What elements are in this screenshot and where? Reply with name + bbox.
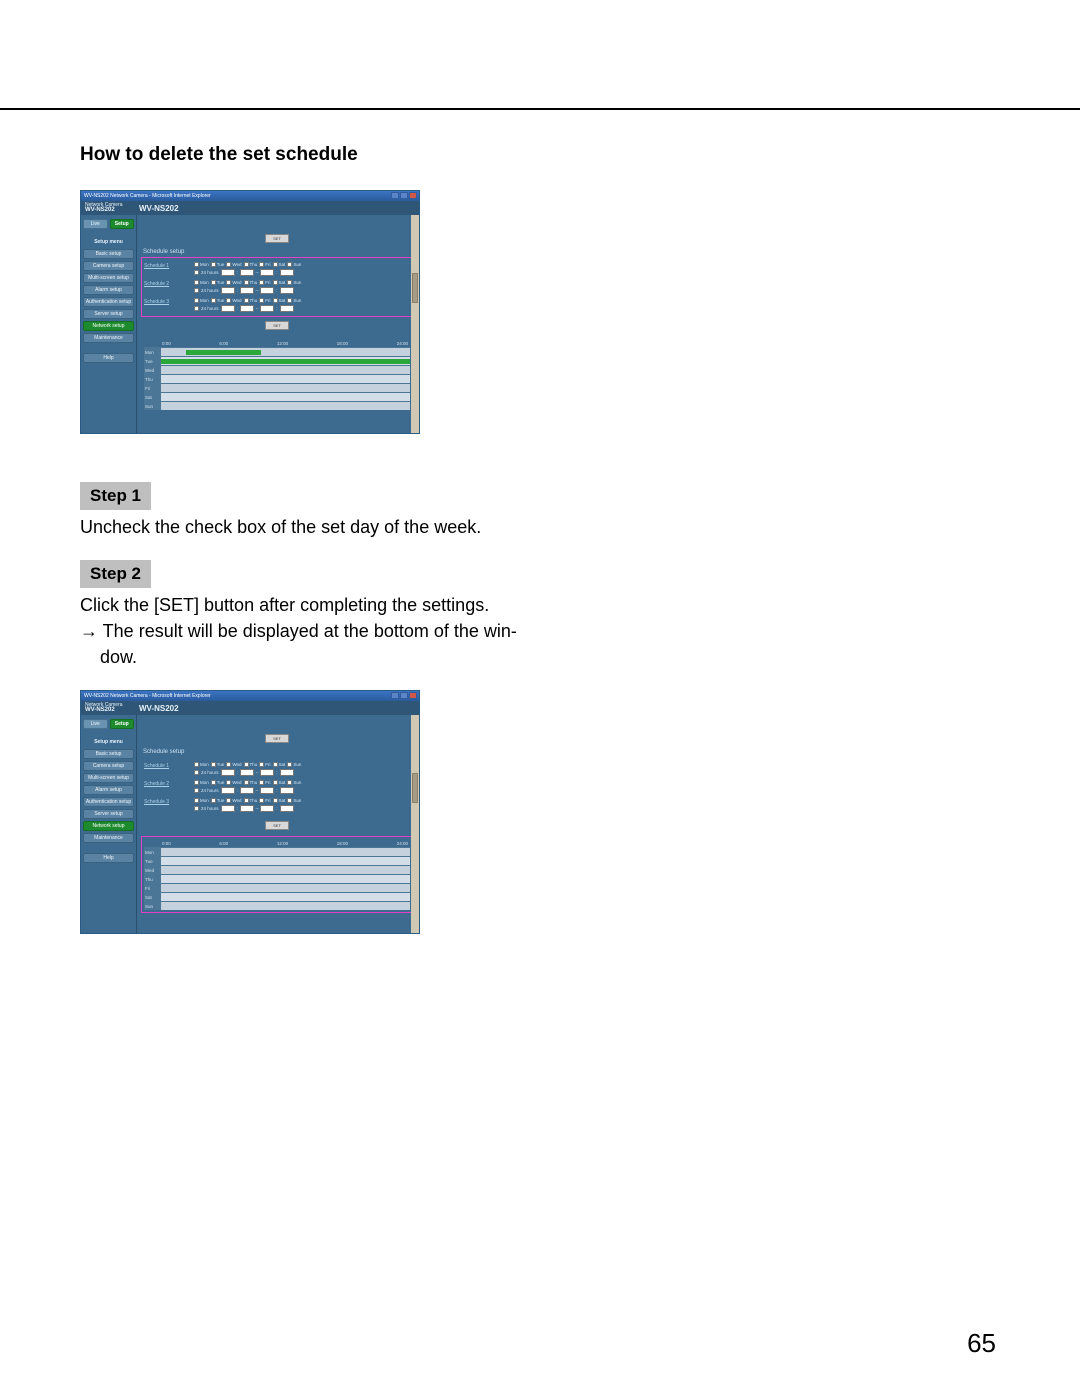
scrollbar[interactable]	[411, 215, 419, 433]
sidebar-item-help[interactable]: Help	[83, 353, 134, 363]
header-small-label: Network Camera WV-NS202	[85, 203, 139, 213]
app-body: Live Setup Setup menu Basic setup Camera…	[81, 215, 419, 433]
checkbox-24h[interactable]	[194, 270, 199, 275]
step-2-label: Step 2	[80, 560, 151, 588]
schedule-2-label[interactable]: Schedule 2	[144, 280, 190, 287]
schedule-setup-title: Schedule setup	[143, 249, 413, 255]
sidebar-item-camera[interactable]: Camera setup	[83, 261, 134, 271]
sidebar: Live Setup Setup menu Basic setup Camera…	[81, 215, 137, 433]
ie-titlebar: WV-NS202 Network Camera - Microsoft Inte…	[81, 691, 419, 701]
app-body: LiveSetup Setup menu Basic setup Camera …	[81, 715, 419, 933]
scrollbar[interactable]	[411, 715, 419, 933]
checkbox[interactable]	[211, 262, 216, 267]
step-1-text: Uncheck the check box of the set day of …	[80, 514, 540, 540]
schedule-box: Schedule 1MonTueWedThuFriSatSun24 hours:…	[141, 757, 413, 817]
page-number: 65	[967, 1328, 996, 1359]
scrollbar-thumb[interactable]	[412, 273, 418, 303]
sidebar-item-multiscreen[interactable]: Multi-screen setup	[83, 273, 134, 283]
sidebar-item-alarm[interactable]: Alarm setup	[83, 785, 134, 795]
tab-setup[interactable]: Setup	[110, 719, 135, 729]
sidebar-item-auth[interactable]: Authentication setup	[83, 797, 134, 807]
checkbox[interactable]	[226, 262, 231, 267]
step-2-line3: dow.	[80, 644, 540, 670]
sidebar-item-maintenance[interactable]: Maintenance	[83, 333, 134, 343]
set-button[interactable]: SET	[265, 821, 289, 830]
checkbox[interactable]	[194, 262, 199, 267]
timeline-chart-highlighted: 0:006:0012:0018:0024:00 Mon Tue Wed Thu …	[141, 836, 413, 913]
schedule-row-1: Schedule 1 Mon Tue Wed Thu Fri Sat Sun	[144, 260, 410, 278]
scrollbar-thumb[interactable]	[412, 773, 418, 803]
sidebar-item-basic[interactable]: Basic setup	[83, 249, 134, 259]
document-page: How to delete the set schedule WV-NS202 …	[0, 0, 1080, 1399]
schedule-3-label[interactable]: Schedule 3	[144, 298, 190, 305]
hour-select[interactable]	[260, 269, 274, 276]
ie-titlebar: WV-NS202 Network Camera - Microsoft Inte…	[81, 191, 419, 201]
section-title: How to delete the set schedule	[80, 144, 1000, 166]
minimize-icon[interactable]	[391, 692, 399, 699]
schedule-1-label[interactable]: Schedule 1	[144, 262, 190, 269]
close-icon[interactable]	[409, 692, 417, 699]
screenshot-1: WV-NS202 Network Camera - Microsoft Inte…	[80, 190, 420, 434]
step-1-label: Step 1	[80, 482, 151, 510]
step-2-line2: → The result will be displayed at the bo…	[80, 618, 540, 644]
app-header: Network CameraWV-NS202 WV-NS202	[81, 701, 419, 715]
setup-menu-label: Setup menu	[83, 239, 134, 245]
maximize-icon[interactable]	[400, 192, 408, 199]
page-top-rule	[0, 108, 1080, 110]
checkbox[interactable]	[273, 262, 278, 267]
schedule-1-time: 24 hours : – :	[194, 269, 410, 276]
schedule-row-3: Schedule 3 MonTueWedThuFriSatSun 24 hour…	[144, 296, 410, 314]
minimize-icon[interactable]	[391, 192, 399, 199]
ie-title-text: WV-NS202 Network Camera - Microsoft Inte…	[84, 193, 211, 199]
checkbox[interactable]	[259, 262, 264, 267]
sidebar-item-help[interactable]: Help	[83, 853, 134, 863]
schedule-box-highlighted: Schedule 1 Mon Tue Wed Thu Fri Sat Sun	[141, 257, 413, 317]
tab-setup[interactable]: Setup	[110, 219, 135, 229]
step-2-text: Click the [SET] button after completing …	[80, 592, 540, 670]
page-content: How to delete the set schedule WV-NS202 …	[80, 108, 1000, 934]
tab-live[interactable]: Live	[83, 219, 108, 229]
timeline-header: 0:006:0012:0018:0024:00	[144, 339, 410, 347]
main-panel: SET Schedule setup Schedule 1MonTueWedTh…	[137, 715, 419, 933]
sidebar-item-maintenance[interactable]: Maintenance	[83, 833, 134, 843]
window-buttons	[391, 192, 417, 199]
step-2-line1: Click the [SET] button after completing …	[80, 592, 540, 618]
min-select[interactable]	[240, 269, 254, 276]
app-header: Network Camera WV-NS202 WV-NS202	[81, 201, 419, 215]
sidebar-item-network[interactable]: Network setup	[83, 821, 134, 831]
sidebar-item-alarm[interactable]: Alarm setup	[83, 285, 134, 295]
close-icon[interactable]	[409, 192, 417, 199]
set-button-top[interactable]: SET	[265, 234, 289, 243]
checkbox[interactable]	[244, 262, 249, 267]
checkbox[interactable]	[287, 262, 292, 267]
set-button-top[interactable]: SET	[265, 734, 289, 743]
schedule-row-2: Schedule 2 MonTueWedThuFriSatSun 24 hour…	[144, 278, 410, 296]
top-form-area: SET	[141, 219, 413, 245]
sidebar-item-server[interactable]: Server setup	[83, 809, 134, 819]
sidebar-item-camera[interactable]: Camera setup	[83, 761, 134, 771]
sidebar-item-auth[interactable]: Authentication setup	[83, 297, 134, 307]
sidebar-item-network[interactable]: Network setup	[83, 321, 134, 331]
screenshot-2: WV-NS202 Network Camera - Microsoft Inte…	[80, 690, 420, 934]
maximize-icon[interactable]	[400, 692, 408, 699]
sidebar-item-multiscreen[interactable]: Multi-screen setup	[83, 773, 134, 783]
min-select[interactable]	[280, 269, 294, 276]
sidebar: LiveSetup Setup menu Basic setup Camera …	[81, 715, 137, 933]
timeline-chart: 0:006:0012:0018:0024:00 Mon Tue Wed Thu …	[141, 336, 413, 413]
set-button[interactable]: SET	[265, 321, 289, 330]
hour-select[interactable]	[221, 269, 235, 276]
schedule-1-days: Mon Tue Wed Thu Fri Sat Sun	[194, 262, 410, 267]
sidebar-item-basic[interactable]: Basic setup	[83, 749, 134, 759]
tab-live[interactable]: Live	[83, 719, 108, 729]
sidebar-item-server[interactable]: Server setup	[83, 309, 134, 319]
ie-title-text: WV-NS202 Network Camera - Microsoft Inte…	[84, 693, 211, 699]
header-model: WV-NS202	[139, 204, 179, 213]
main-panel: SET Schedule setup Schedule 1 Mon Tue We…	[137, 215, 419, 433]
top-tabs: Live Setup	[83, 219, 134, 229]
